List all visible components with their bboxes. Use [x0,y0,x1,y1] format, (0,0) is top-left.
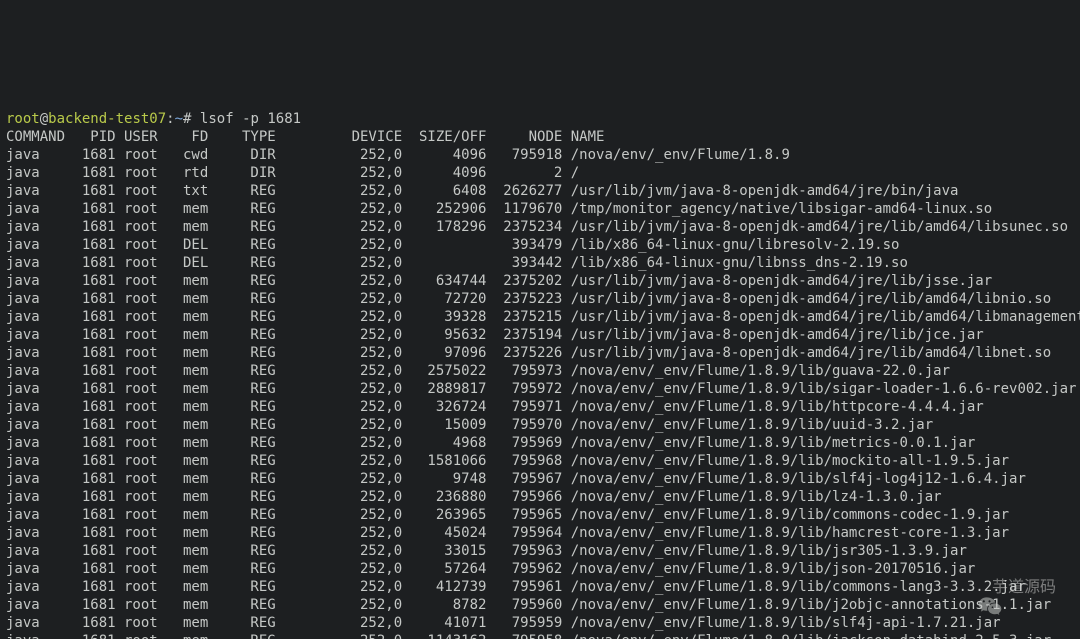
lsof-row: java 1681 root mem REG 252,0 72720 23752… [6,290,1074,308]
lsof-row: java 1681 root mem REG 252,0 178296 2375… [6,218,1074,236]
lsof-row: java 1681 root mem REG 252,0 57264 79596… [6,560,1074,578]
lsof-row: java 1681 root DEL REG 252,0 393479 /lib… [6,236,1074,254]
lsof-row: java 1681 root mem REG 252,0 252906 1179… [6,200,1074,218]
lsof-row: java 1681 root mem REG 252,0 45024 79596… [6,524,1074,542]
lsof-row: java 1681 root DEL REG 252,0 393442 /lib… [6,254,1074,272]
terminal-output[interactable]: root@backend-test07:~# lsof -p 1681 COMM… [0,90,1080,639]
prompt-host: backend-test07 [48,111,166,127]
lsof-row: java 1681 root mem REG 252,0 2575022 795… [6,362,1074,380]
lsof-row: java 1681 root mem REG 252,0 634744 2375… [6,272,1074,290]
lsof-row: java 1681 root mem REG 252,0 95632 23751… [6,326,1074,344]
lsof-row: java 1681 root mem REG 252,0 8782 795960… [6,596,1074,614]
prompt-path: ~ [175,111,183,127]
lsof-row: java 1681 root rtd DIR 252,0 4096 2 / [6,164,1074,182]
lsof-row: java 1681 root mem REG 252,0 412739 7959… [6,578,1074,596]
command-text: lsof -p 1681 [200,111,301,127]
lsof-row: java 1681 root mem REG 252,0 39328 23752… [6,308,1074,326]
lsof-row: java 1681 root cwd DIR 252,0 4096 795918… [6,146,1074,164]
prompt-symbol: # [183,111,191,127]
lsof-row: java 1681 root mem REG 252,0 41071 79595… [6,614,1074,632]
lsof-row: java 1681 root mem REG 252,0 236880 7959… [6,488,1074,506]
prompt-user: root [6,111,40,127]
prompt-line[interactable]: root@backend-test07:~# lsof -p 1681 [6,111,301,127]
lsof-row: java 1681 root txt REG 252,0 6408 262627… [6,182,1074,200]
lsof-header-row: COMMAND PID USER FD TYPE DEVICE SIZE/OFF… [6,129,604,145]
lsof-row: java 1681 root mem REG 252,0 1581066 795… [6,452,1074,470]
lsof-row: java 1681 root mem REG 252,0 9748 795967… [6,470,1074,488]
lsof-row: java 1681 root mem REG 252,0 2889817 795… [6,380,1074,398]
lsof-row: java 1681 root mem REG 252,0 15009 79597… [6,416,1074,434]
lsof-row: java 1681 root mem REG 252,0 33015 79596… [6,542,1074,560]
lsof-row: java 1681 root mem REG 252,0 326724 7959… [6,398,1074,416]
lsof-row: java 1681 root mem REG 252,0 1143162 795… [6,632,1074,639]
lsof-row: java 1681 root mem REG 252,0 97096 23752… [6,344,1074,362]
lsof-rows: java 1681 root cwd DIR 252,0 4096 795918… [6,146,1074,639]
lsof-row: java 1681 root mem REG 252,0 263965 7959… [6,506,1074,524]
lsof-row: java 1681 root mem REG 252,0 4968 795969… [6,434,1074,452]
